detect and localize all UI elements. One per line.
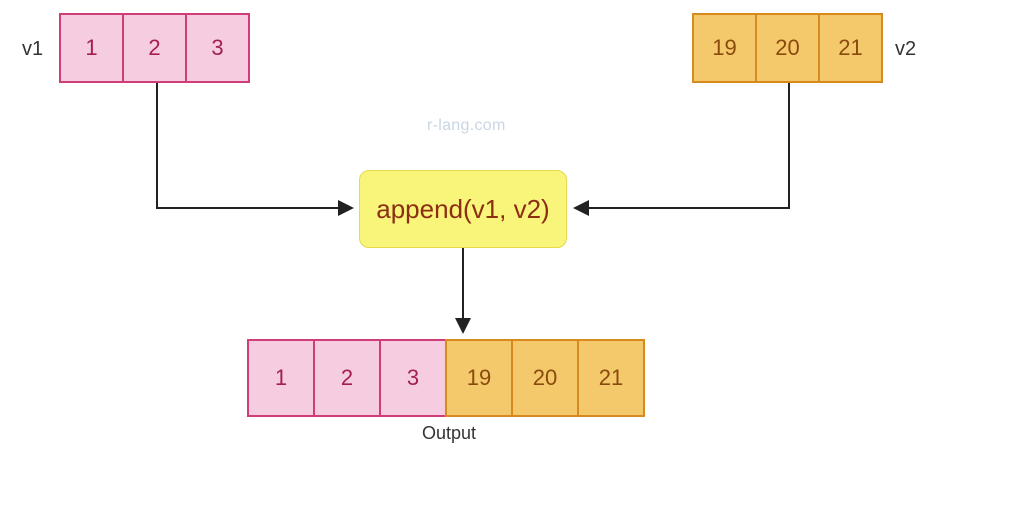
output-cell-1: 2 bbox=[313, 339, 381, 417]
output-label: Output bbox=[422, 423, 476, 444]
vector-v2: 19 20 21 bbox=[692, 13, 883, 83]
v2-cell-1: 20 bbox=[755, 13, 820, 83]
output-cell-2: 3 bbox=[379, 339, 447, 417]
v2-cell-2: 21 bbox=[818, 13, 883, 83]
output-cell-3: 19 bbox=[445, 339, 513, 417]
v1-cell-2: 3 bbox=[185, 13, 250, 83]
v1-label: v1 bbox=[22, 38, 43, 61]
arrow-v2-to-func bbox=[577, 83, 789, 208]
watermark-text: r-lang.com bbox=[427, 117, 506, 135]
output-cell-4: 20 bbox=[511, 339, 579, 417]
v2-cell-0: 19 bbox=[692, 13, 757, 83]
output-cell-5: 21 bbox=[577, 339, 645, 417]
output-vector: 1 2 3 19 20 21 bbox=[247, 339, 645, 417]
v1-cell-0: 1 bbox=[59, 13, 124, 83]
vector-v1: 1 2 3 bbox=[59, 13, 250, 83]
function-call-box: append(v1, v2) bbox=[359, 170, 567, 248]
function-call-text: append(v1, v2) bbox=[376, 194, 549, 225]
v2-label: v2 bbox=[895, 38, 916, 61]
arrow-v1-to-func bbox=[157, 83, 350, 208]
v1-cell-1: 2 bbox=[122, 13, 187, 83]
output-cell-0: 1 bbox=[247, 339, 315, 417]
